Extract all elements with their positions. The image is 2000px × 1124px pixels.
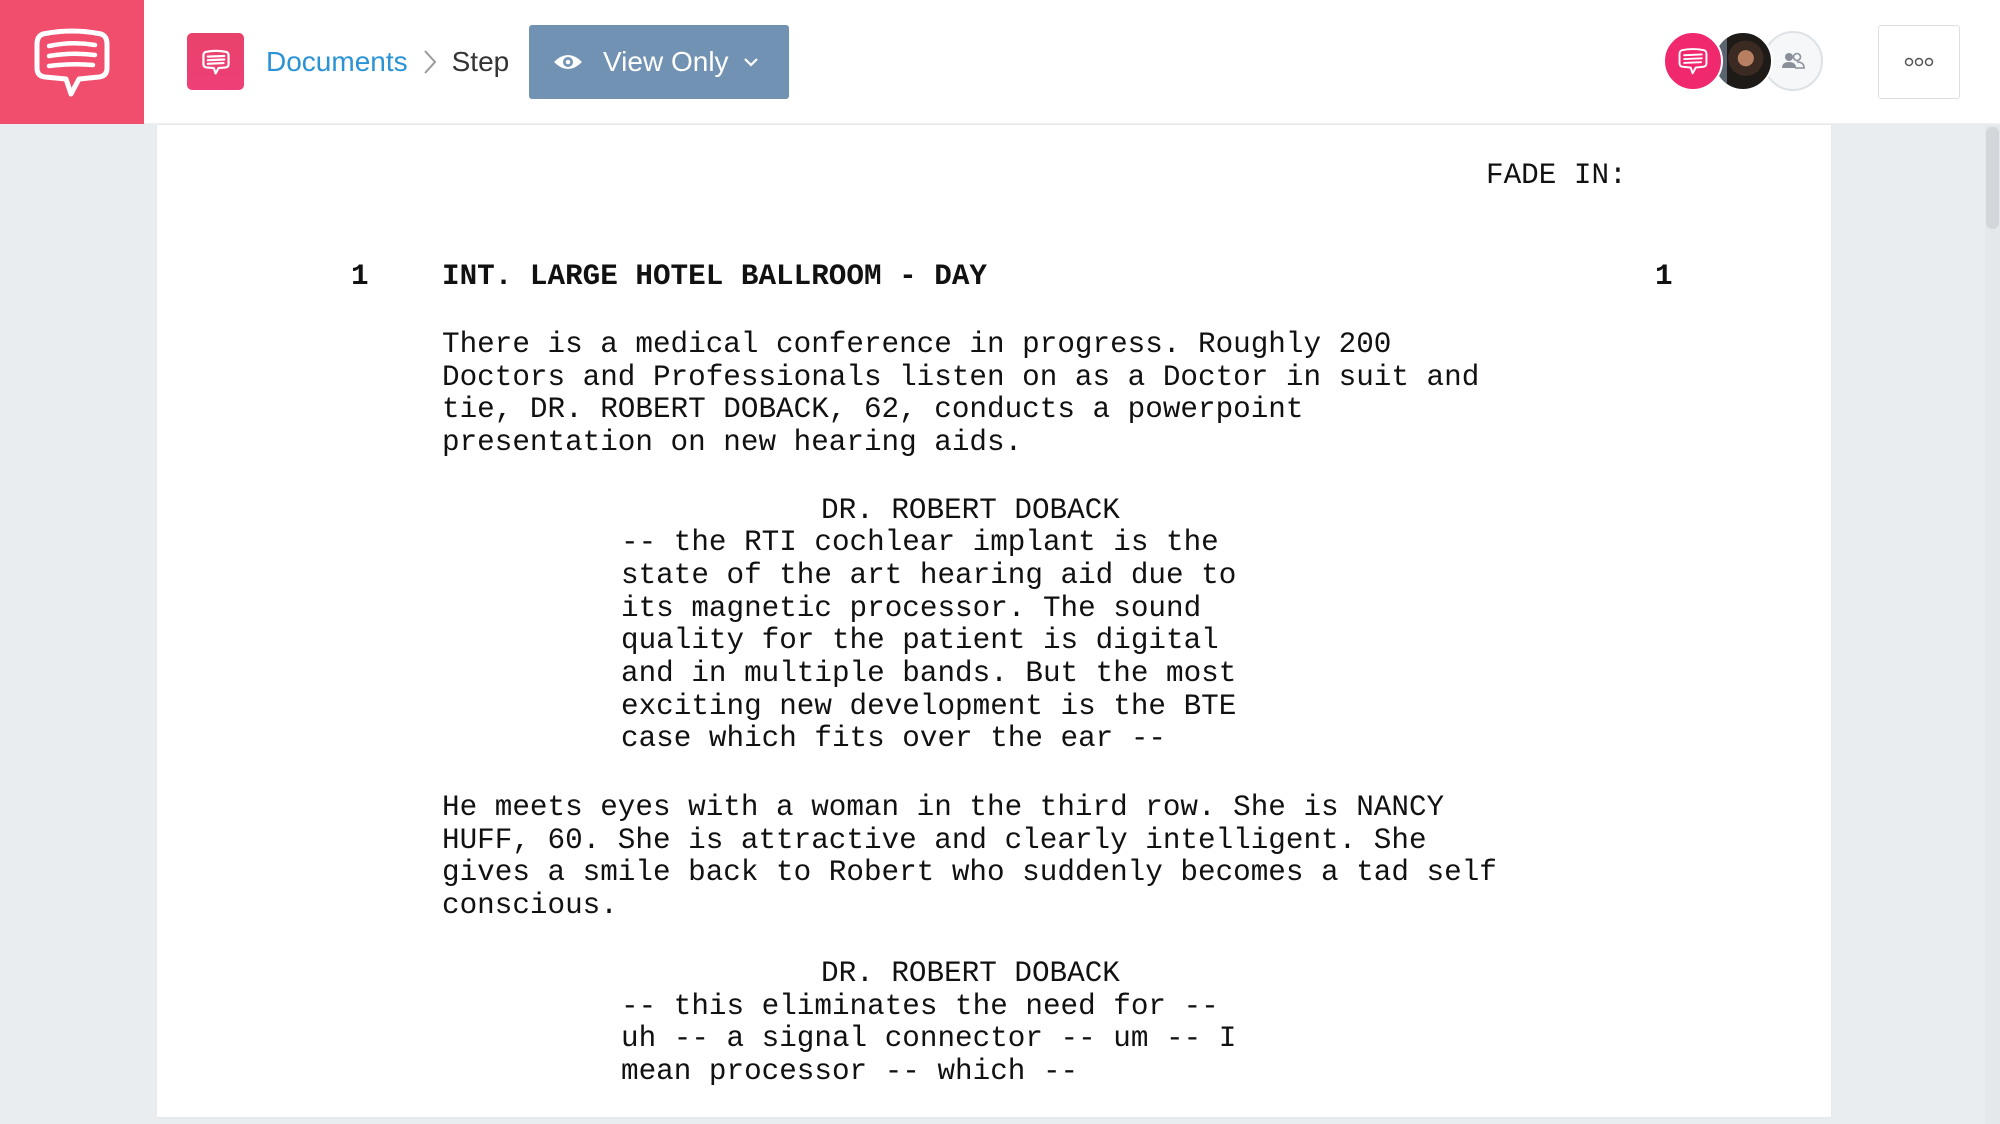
script-page: FADE IN: 1 INT. LARGE HOTEL BALLROOM - D… bbox=[157, 125, 1831, 1117]
dialogue-line: -- this eliminates the need for -- bbox=[621, 990, 1219, 1023]
dialogue-line: -- the RTI cochlear implant is the bbox=[621, 526, 1219, 559]
dialogue-line: mean processor -- which -- bbox=[621, 1055, 1079, 1088]
vertical-scrollbar[interactable] bbox=[1985, 125, 2000, 1124]
breadcrumb-current: Step bbox=[451, 46, 510, 77]
document-icon[interactable] bbox=[187, 33, 244, 90]
dialogue-line: its magnetic processor. The sound bbox=[621, 592, 1202, 625]
scrollbar-thumb[interactable] bbox=[1986, 127, 1999, 229]
action-line: tie, DR. ROBERT DOBACK, 62, conducts a p… bbox=[442, 393, 1304, 426]
chevron-right-icon bbox=[422, 48, 438, 76]
action-line: There is a medical conference in progres… bbox=[442, 328, 1392, 361]
top-bar: Documents Step View Only bbox=[0, 0, 2000, 124]
dialogue-line: case which fits over the ear -- bbox=[621, 722, 1167, 755]
scene-heading: INT. LARGE HOTEL BALLROOM - DAY bbox=[442, 260, 988, 293]
character-name: DR. ROBERT DOBACK bbox=[821, 494, 1120, 527]
view-mode-label: View Only bbox=[603, 46, 729, 77]
view-only-dropdown[interactable]: View Only bbox=[529, 25, 789, 99]
screenplay: FADE IN: 1 INT. LARGE HOTEL BALLROOM - D… bbox=[157, 125, 1831, 1117]
speech-bubble-icon bbox=[34, 28, 110, 97]
transition: FADE IN: bbox=[1486, 159, 1627, 192]
scene-number-right: 1 bbox=[1655, 260, 1673, 293]
breadcrumb-documents-link[interactable]: Documents bbox=[266, 46, 408, 78]
collaborator-avatars bbox=[1663, 31, 1823, 91]
speech-bubble-icon bbox=[1678, 48, 1708, 75]
dialogue-line: exciting new development is the BTE bbox=[621, 690, 1237, 723]
app-avatar[interactable] bbox=[1663, 31, 1723, 91]
more-dots-icon bbox=[1904, 57, 1934, 67]
speech-bubble-icon bbox=[201, 49, 230, 75]
action-line: presentation on new hearing aids. bbox=[442, 426, 1023, 459]
dialogue-line: state of the art hearing aid due to bbox=[621, 559, 1237, 592]
dialogue-line: and in multiple bands. But the most bbox=[621, 657, 1237, 690]
dialogue-line: uh -- a signal connector -- um -- I bbox=[621, 1022, 1237, 1055]
action-line: Doctors and Professionals listen on as a… bbox=[442, 361, 1480, 394]
breadcrumb: Documents Step bbox=[266, 42, 509, 82]
dialogue-line: quality for the patient is digital bbox=[621, 624, 1219, 657]
action-line: HUFF, 60. She is attractive and clearly … bbox=[442, 824, 1427, 857]
character-name: DR. ROBERT DOBACK bbox=[821, 957, 1120, 990]
app-logo[interactable] bbox=[0, 0, 144, 124]
chevron-down-icon bbox=[743, 57, 759, 67]
action-line: gives a smile back to Robert who suddenl… bbox=[442, 856, 1497, 889]
people-icon bbox=[1782, 52, 1805, 69]
action-line: He meets eyes with a woman in the third … bbox=[442, 791, 1445, 824]
eye-icon bbox=[554, 55, 582, 69]
scene-number-left: 1 bbox=[351, 260, 369, 293]
action-line: conscious. bbox=[442, 889, 618, 922]
more-options-button[interactable] bbox=[1878, 25, 1960, 99]
